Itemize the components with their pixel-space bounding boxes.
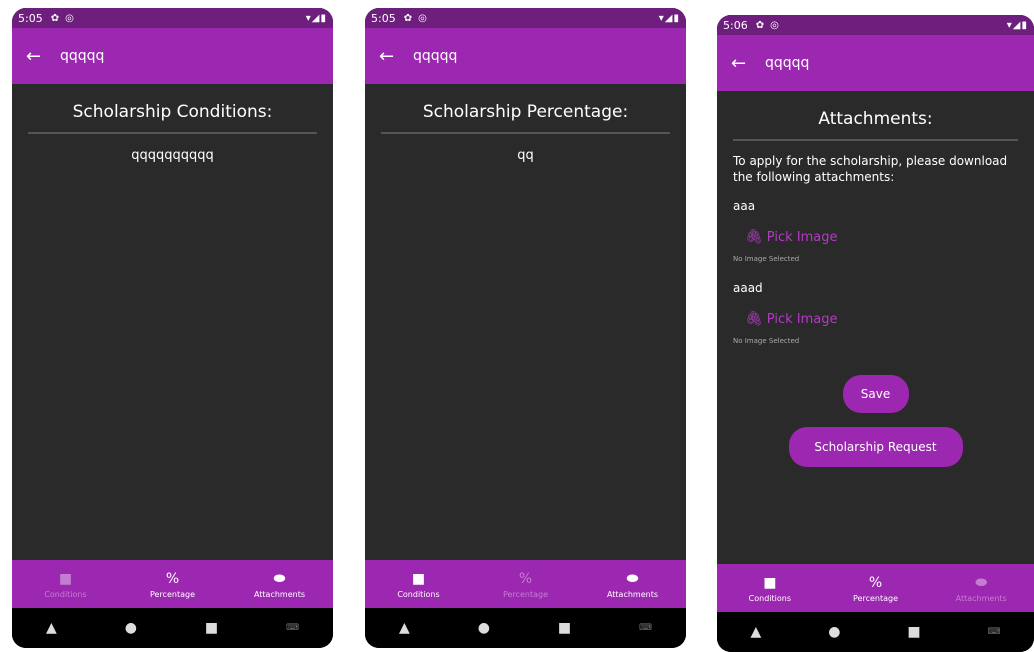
nav-percentage[interactable]: % Percentage bbox=[119, 560, 226, 608]
page-heading: Attachments: bbox=[818, 109, 933, 129]
divider bbox=[28, 132, 317, 134]
percentage-content: Scholarship Percentage: qq bbox=[365, 84, 686, 560]
app-bar: ← qqqqq bbox=[12, 28, 333, 84]
sync-icon: ◎ bbox=[65, 12, 74, 24]
nav-conditions[interactable]: ■ Conditions bbox=[365, 560, 472, 608]
system-nav-bar: ▲ ● ■ ⌨ bbox=[12, 608, 333, 648]
status-bar: 5:05 ✿ ◎ ▾◢▮ bbox=[365, 8, 686, 28]
scholarship-request-button[interactable]: Scholarship Request bbox=[788, 427, 963, 467]
bottom-nav: ■ Conditions % Percentage ⬬ Attachments bbox=[12, 560, 333, 608]
home-circle-icon[interactable]: ● bbox=[828, 624, 840, 640]
screen: 5:06 ✿ ◎ ▾◢▮ ← qqqqq Attachments: To app… bbox=[717, 15, 1034, 652]
phone-conditions: 5:05 ✿ ◎ ▾◢▮ ← qqqqq Scholarship Conditi… bbox=[12, 8, 333, 648]
image-status: No Image Selected bbox=[733, 337, 800, 345]
recents-square-icon[interactable]: ■ bbox=[205, 620, 218, 636]
pick-image-label: Pick Image bbox=[766, 229, 838, 245]
nav-attachments[interactable]: ⬬ Attachments bbox=[928, 564, 1034, 612]
page-heading: Scholarship Percentage: bbox=[422, 102, 629, 122]
page-heading: Scholarship Conditions: bbox=[72, 102, 273, 122]
app-bar: ← qqqqq bbox=[717, 35, 1034, 91]
nav-label: Conditions bbox=[748, 593, 791, 603]
keyboard-icon[interactable]: ⌨ bbox=[988, 627, 1001, 637]
gear-icon: ✿ bbox=[50, 12, 60, 24]
keyboard-icon[interactable]: ⌨ bbox=[639, 623, 652, 633]
back-triangle-icon[interactable]: ▲ bbox=[750, 624, 761, 640]
status-time: 5:05 bbox=[371, 11, 396, 25]
instructions-text: To apply for the scholarship, please dow… bbox=[733, 154, 1008, 184]
phone-percentage: 5:05 ✿ ◎ ▾◢▮ ← qqqqq Scholarship Percent… bbox=[365, 8, 686, 648]
nav-conditions[interactable]: ■ Conditions bbox=[717, 564, 823, 612]
paperclip-icon: 🖇 bbox=[745, 229, 763, 245]
pick-image-button[interactable]: 🖇 Pick Image bbox=[717, 311, 1034, 327]
back-arrow-icon[interactable]: ← bbox=[26, 46, 60, 67]
status-time: 5:05 bbox=[18, 11, 43, 25]
attachment-name: aaa bbox=[733, 199, 756, 213]
screen: 5:05 ✿ ◎ ▾◢▮ ← qqqqq Scholarship Percent… bbox=[365, 8, 686, 648]
nav-label: Conditions bbox=[397, 589, 440, 599]
status-time: 5:06 bbox=[723, 18, 748, 32]
app-bar: ← qqqqq bbox=[365, 28, 686, 84]
toggle-icon: ⬬ bbox=[975, 574, 988, 591]
gear-icon: ✿ bbox=[403, 12, 413, 24]
bottom-nav: ■ Conditions % Percentage ⬬ Attachments bbox=[365, 560, 686, 608]
bottom-nav: ■ Conditions % Percentage ⬬ Attachments bbox=[717, 564, 1034, 612]
home-circle-icon[interactable]: ● bbox=[478, 620, 490, 636]
signal-battery-icons: ▾◢▮ bbox=[1006, 19, 1028, 31]
conditions-content: Scholarship Conditions: qqqqqqqqqq bbox=[12, 84, 333, 560]
recents-square-icon[interactable]: ■ bbox=[558, 620, 571, 636]
nav-label: Conditions bbox=[44, 589, 87, 599]
toggle-icon: ⬬ bbox=[626, 570, 639, 587]
status-bar: 5:05 ✿ ◎ ▾◢▮ bbox=[12, 8, 333, 28]
nav-percentage[interactable]: % Percentage bbox=[823, 564, 929, 612]
home-circle-icon[interactable]: ● bbox=[125, 620, 137, 636]
percent-icon: % bbox=[518, 570, 533, 587]
signal-battery-icons: ▾◢▮ bbox=[658, 12, 680, 24]
nav-percentage[interactable]: % Percentage bbox=[472, 560, 579, 608]
back-triangle-icon[interactable]: ▲ bbox=[399, 620, 410, 636]
nav-conditions[interactable]: ■ Conditions bbox=[12, 560, 119, 608]
percent-icon: % bbox=[165, 570, 180, 587]
recents-square-icon[interactable]: ■ bbox=[907, 624, 920, 640]
phone-attachments: 5:06 ✿ ◎ ▾◢▮ ← qqqqq Attachments: To app… bbox=[717, 15, 1034, 652]
nav-attachments[interactable]: ⬬ Attachments bbox=[579, 560, 686, 608]
pick-image-button[interactable]: 🖇 Pick Image bbox=[717, 229, 1034, 245]
nav-label: Percentage bbox=[502, 589, 548, 599]
folder-icon: ■ bbox=[58, 570, 73, 587]
paperclip-icon: 🖇 bbox=[745, 311, 763, 327]
folder-icon: ■ bbox=[411, 570, 426, 587]
app-title: qqqqq bbox=[60, 48, 105, 64]
app-title: qqqqq bbox=[413, 48, 458, 64]
sync-icon: ◎ bbox=[418, 12, 427, 24]
nav-label: Attachments bbox=[955, 593, 1007, 603]
nav-attachments[interactable]: ⬬ Attachments bbox=[226, 560, 333, 608]
nav-label: Percentage bbox=[149, 589, 195, 599]
save-button[interactable]: Save bbox=[842, 375, 909, 413]
status-bar: 5:06 ✿ ◎ ▾◢▮ bbox=[717, 15, 1034, 35]
system-nav-bar: ▲ ● ■ ⌨ bbox=[717, 612, 1034, 652]
nav-label: Percentage bbox=[853, 593, 899, 603]
image-status: No Image Selected bbox=[733, 255, 800, 263]
back-arrow-icon[interactable]: ← bbox=[379, 46, 413, 67]
back-arrow-icon[interactable]: ← bbox=[731, 53, 765, 74]
sync-icon: ◎ bbox=[770, 19, 779, 31]
keyboard-icon[interactable]: ⌨ bbox=[286, 623, 299, 633]
attachment-name: aaad bbox=[733, 281, 763, 295]
nav-label: Attachments bbox=[253, 589, 306, 599]
conditions-value: qqqqqqqqqq bbox=[131, 148, 214, 163]
screen: 5:05 ✿ ◎ ▾◢▮ ← qqqqq Scholarship Conditi… bbox=[12, 8, 333, 648]
divider bbox=[381, 132, 670, 134]
app-title: qqqqq bbox=[765, 55, 810, 71]
nav-label: Attachments bbox=[606, 589, 659, 599]
toggle-icon: ⬬ bbox=[273, 570, 286, 587]
gear-icon: ✿ bbox=[755, 19, 765, 31]
pick-image-label: Pick Image bbox=[766, 311, 838, 327]
percentage-value: qq bbox=[517, 148, 534, 163]
system-nav-bar: ▲ ● ■ ⌨ bbox=[365, 608, 686, 648]
percent-icon: % bbox=[868, 574, 883, 591]
signal-battery-icons: ▾◢▮ bbox=[305, 12, 327, 24]
folder-icon: ■ bbox=[763, 574, 777, 591]
divider bbox=[733, 139, 1018, 141]
back-triangle-icon[interactable]: ▲ bbox=[46, 620, 57, 636]
attachments-content: Attachments: To apply for the scholarshi… bbox=[717, 91, 1034, 564]
